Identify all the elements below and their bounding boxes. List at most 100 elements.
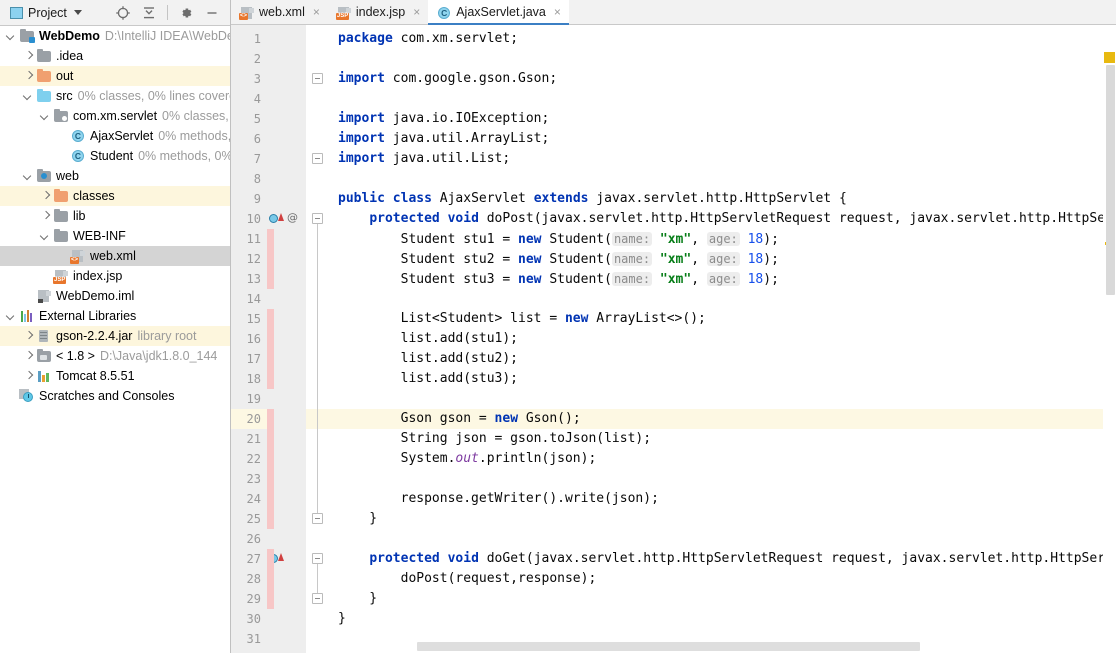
code-line[interactable]: } [338,509,377,529]
editor-tab-label: index.jsp [355,5,406,19]
tree-item--1-8-[interactable]: < 1.8 > D:\Java\jdk1.8.0_144 [0,346,230,366]
chevron-right-icon[interactable] [23,351,34,362]
annotation-at-icon[interactable]: @ [287,211,301,225]
code-line[interactable]: list.add(stu2); [338,349,518,369]
vertical-scrollbar[interactable] [1105,65,1116,640]
vcs-change-bar[interactable] [267,549,274,609]
chevron-right-icon[interactable] [23,71,34,82]
vcs-change-bar-strip [267,25,274,653]
code-line[interactable]: Student stu1 = new Student(name: "xm", a… [338,229,779,249]
collapse-all-icon[interactable] [141,5,157,21]
tree-item-web[interactable]: web [0,166,230,186]
chevron-right-icon[interactable] [23,371,34,382]
fold-marker-end[interactable] [312,513,323,524]
tree-item-scratches-and-consoles[interactable]: Scratches and Consoles [0,386,230,406]
code-line[interactable]: Gson gson = new Gson(); [338,409,581,429]
chevron-down-icon[interactable] [73,10,82,15]
vcs-change-bar[interactable] [267,309,274,389]
chevron-right-icon[interactable] [23,331,34,342]
implementing-arrow-icon[interactable] [278,213,284,221]
tree-item-src[interactable]: src 0% classes, 0% lines covered [0,86,230,106]
close-icon[interactable]: × [413,6,420,18]
code-line[interactable]: protected void doPost(javax.servlet.http… [338,209,1116,229]
code-line[interactable]: Student stu2 = new Student(name: "xm", a… [338,249,779,269]
close-icon[interactable]: × [313,6,320,18]
code-editor[interactable]: 1 2 3 4 5 6 7 8 9 10 11 12 13 14 15 16 17 18 19 20 21 22 23 24 2… [231,25,1116,653]
tree-item-webdemo-iml[interactable]: WebDemo.iml [0,286,230,306]
code-line[interactable]: } [338,589,377,609]
tree-item-classes[interactable]: classes [0,186,230,206]
code-line[interactable]: import java.util.List; [338,149,510,169]
fold-marker[interactable] [312,153,323,164]
tree-item-lib[interactable]: lib [0,206,230,226]
horizontal-scrollbar[interactable] [332,640,1103,653]
locate-icon[interactable] [115,5,131,21]
code-folding-gutter[interactable] [306,25,332,653]
iml-file-icon [36,288,52,304]
code-token: String json = gson.toJson(list); [338,431,652,446]
line-number: 31 [246,632,261,646]
fold-marker-end[interactable] [312,593,323,604]
code-line[interactable]: Student stu3 = new Student(name: "xm", a… [338,269,779,289]
chevron-down-icon[interactable] [6,311,17,322]
chevron-down-icon[interactable] [6,31,17,42]
fold-marker[interactable] [312,73,323,84]
close-icon[interactable]: × [554,6,561,18]
fold-marker[interactable] [312,213,327,228]
line-number: 9 [253,192,261,206]
code-line[interactable]: package com.xm.servlet; [338,29,518,49]
code-line[interactable]: list.add(stu3); [338,369,518,389]
code-line[interactable]: List<Student> list = new ArrayList<>(); [338,309,706,329]
code-token: } [338,511,378,526]
minimize-icon[interactable] [204,5,220,21]
tree-item-web-xml[interactable]: <> web.xml [0,246,230,266]
tree-item-student[interactable]: C Student 0% methods, 0% [0,146,230,166]
inspection-status-square[interactable] [1104,52,1115,63]
implementing-arrow-icon[interactable] [278,553,284,561]
code-token: } [338,591,378,606]
vcs-change-bar[interactable] [267,409,274,529]
code-line[interactable]: import com.google.gson.Gson; [338,69,557,89]
code-text-area[interactable]: package com.xm.servlet; import com.google… [332,25,1116,653]
tree-item-out[interactable]: out [0,66,230,86]
code-line[interactable]: public class AjaxServlet extends javax.s… [338,189,847,209]
code-line[interactable]: import java.util.ArrayList; [338,129,549,149]
code-line[interactable]: doPost(request,response); [338,569,597,589]
chevron-down-icon[interactable] [40,231,51,242]
chevron-down-icon[interactable] [23,171,34,182]
code-line[interactable]: list.add(stu1); [338,329,518,349]
code-line[interactable]: response.getWriter().write(json); [338,489,659,509]
chevron-right-icon[interactable] [23,51,34,62]
tree-item-tomcat-8-5-51[interactable]: Tomcat 8.5.51 [0,366,230,386]
tree-item--idea[interactable]: .idea [0,46,230,66]
chevron-down-icon[interactable] [23,91,34,102]
tree-item-label: classes [73,189,115,203]
tree-item-index-jsp[interactable]: JSP index.jsp [0,266,230,286]
code-line[interactable]: System.out.println(json); [338,449,597,469]
line-number: 12 [246,252,261,266]
chevron-down-icon[interactable] [40,111,51,122]
vcs-change-bar[interactable] [267,229,274,289]
tree-item-external-libraries[interactable]: External Libraries [0,306,230,326]
tree-item-gson-2-2-4-jar[interactable]: gson-2.2.4.jar library root [0,326,230,346]
project-tree[interactable]: WebDemo D:\IntelliJ IDEA\WebDem .idea out sr… [0,26,230,653]
tree-item-ajaxservlet[interactable]: C AjaxServlet 0% methods, [0,126,230,146]
tree-item-web-inf[interactable]: WEB-INF [0,226,230,246]
horizontal-scrollbar-thumb[interactable] [417,642,920,651]
editor-tab-web-xml[interactable]: <> web.xml × [231,0,328,24]
editor-tab-label: web.xml [259,5,305,19]
code-line[interactable]: String json = gson.toJson(list); [338,429,651,449]
editor-tab-index-jsp[interactable]: JSP index.jsp × [327,0,429,24]
code-line[interactable]: protected void doGet(javax.servlet.http.… [338,549,1116,569]
fold-marker[interactable] [312,553,327,568]
code-line[interactable]: import java.io.IOException; [338,109,549,129]
gear-icon[interactable] [178,5,194,21]
editor-tab-ajaxservlet-java[interactable]: C AjaxServlet.java × [428,0,569,25]
chevron-right-icon[interactable] [40,191,51,202]
tree-item-webdemo[interactable]: WebDemo D:\IntelliJ IDEA\WebDem [0,26,230,46]
vertical-scrollbar-thumb[interactable] [1106,65,1115,295]
code-line[interactable]: } [338,609,346,629]
xml-file-icon: <> [70,248,86,264]
chevron-right-icon[interactable] [40,211,51,222]
tree-item-com-xm-servlet[interactable]: com.xm.servlet 0% classes, 0 [0,106,230,126]
